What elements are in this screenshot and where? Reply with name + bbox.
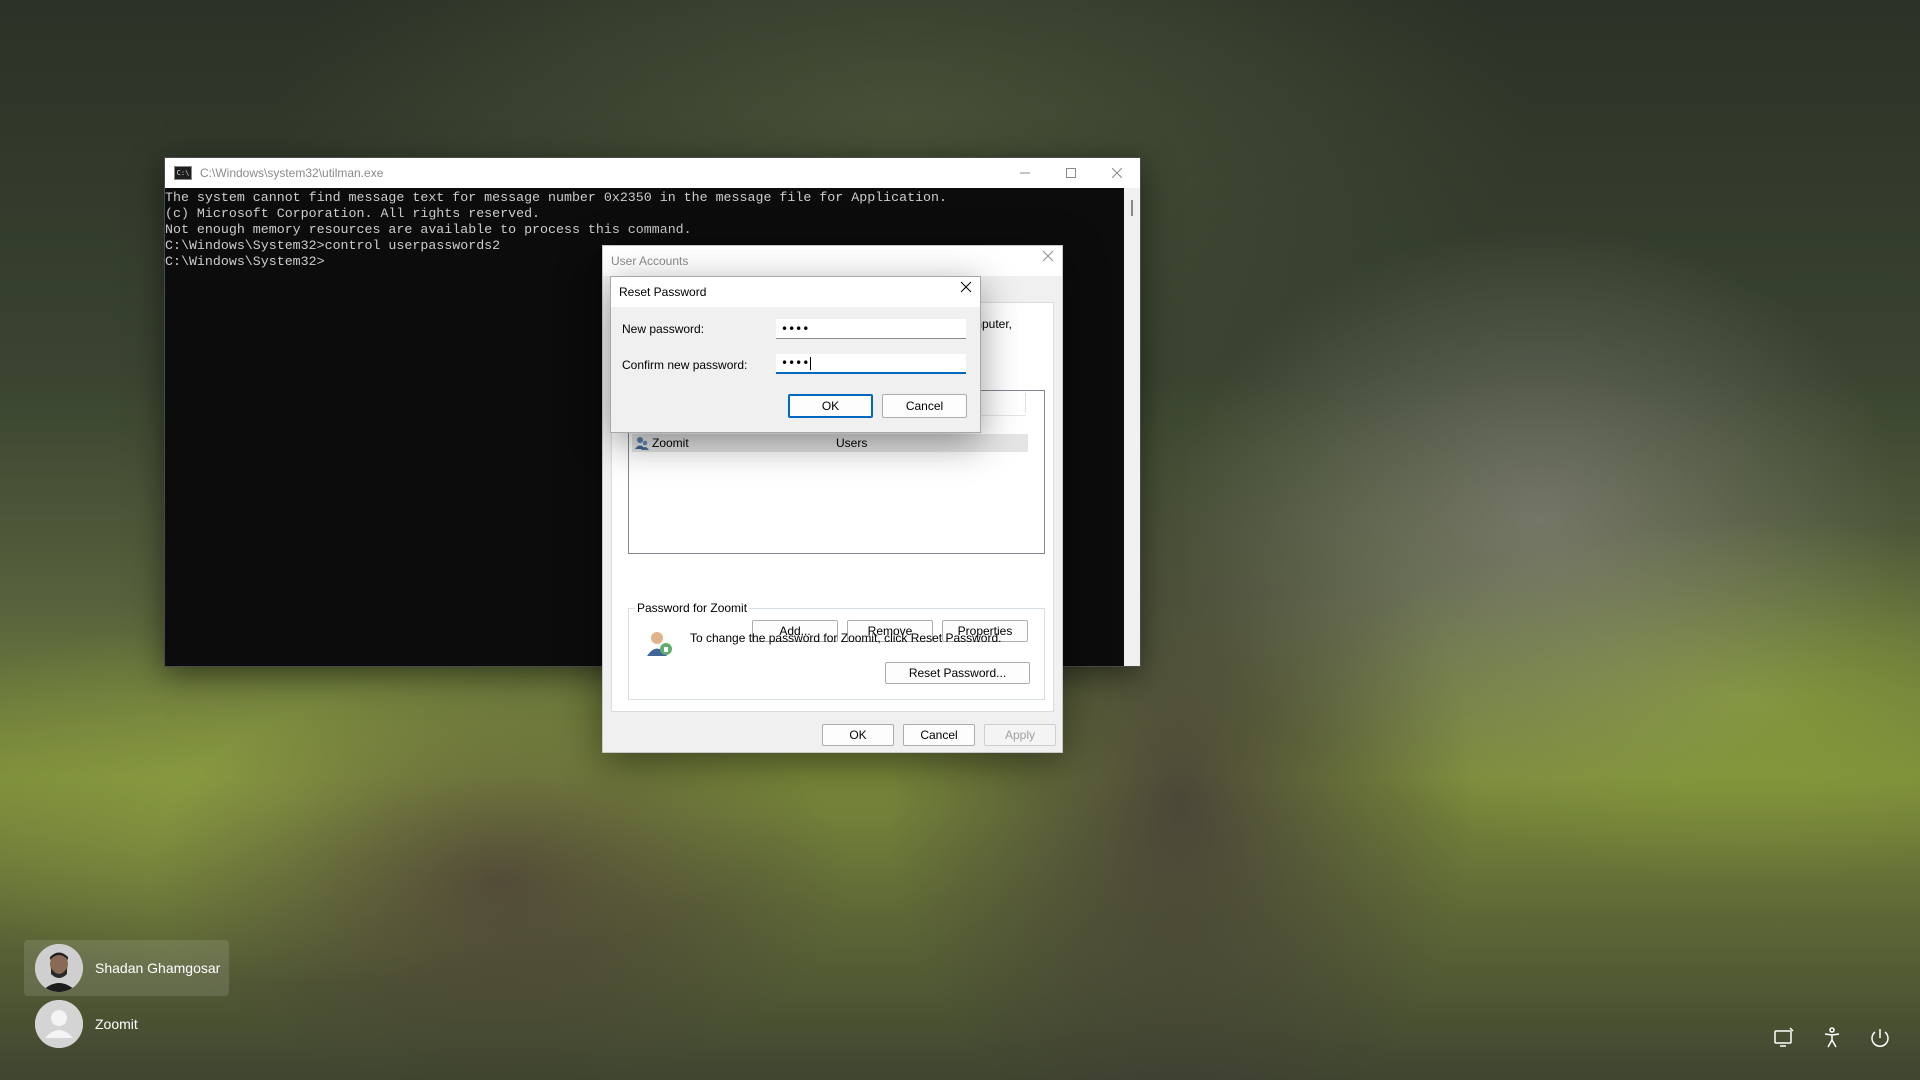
network-icon[interactable] — [1772, 1026, 1796, 1050]
console-line: The system cannot find message text for … — [165, 190, 947, 205]
close-icon — [1112, 168, 1122, 178]
reset-password-titlebar[interactable]: Reset Password — [611, 277, 980, 307]
password-group-text: To change the password for Zoomit, click… — [690, 631, 1002, 645]
console-title: C:\Windows\system32\utilman.exe — [200, 166, 384, 180]
cancel-button[interactable]: Cancel — [882, 394, 967, 418]
minimize-icon — [1020, 172, 1030, 174]
apply-button[interactable]: Apply — [984, 724, 1056, 746]
reset-password-button[interactable]: Reset Password... — [885, 662, 1030, 684]
column-separator — [1025, 393, 1026, 413]
close-icon — [960, 281, 972, 293]
console-line: Not enough memory resources are availabl… — [165, 222, 692, 237]
minimize-button[interactable] — [1002, 158, 1048, 188]
ok-button[interactable]: OK — [822, 724, 894, 746]
password-groupbox: Password for Zoomit To change the passwo… — [628, 601, 1045, 700]
new-password-label: New password: — [622, 322, 705, 336]
login-user-name: Zoomit — [95, 1016, 138, 1032]
close-button[interactable] — [1094, 158, 1140, 188]
table-row[interactable]: Zoomit Users — [632, 434, 1028, 452]
maximize-button[interactable] — [1048, 158, 1094, 188]
user-silhouette-icon — [35, 1000, 83, 1048]
confirm-password-value: •••• — [781, 356, 810, 370]
reset-password-close-button[interactable] — [960, 281, 972, 297]
confirm-password-label: Confirm new password: — [622, 358, 748, 372]
new-password-value: •••• — [781, 321, 810, 336]
reset-password-title: Reset Password — [619, 285, 707, 299]
new-password-field[interactable]: •••• — [776, 319, 966, 339]
accessibility-icon[interactable] — [1820, 1026, 1844, 1050]
cancel-button[interactable]: Cancel — [903, 724, 975, 746]
text-caret — [810, 356, 812, 370]
user-accounts-titlebar[interactable]: User Accounts — [603, 246, 1062, 276]
avatar — [35, 1000, 83, 1048]
user-accounts-title: User Accounts — [611, 254, 689, 268]
user-photo-icon — [35, 944, 83, 992]
ok-button[interactable]: OK — [788, 394, 873, 418]
maximize-icon — [1066, 168, 1076, 178]
login-user-tile[interactable]: Zoomit — [24, 996, 229, 1052]
close-icon — [1042, 250, 1054, 262]
system-tray — [1772, 1026, 1892, 1050]
console-app-icon: C:\ — [174, 166, 192, 180]
user-accounts-close-button[interactable] — [1042, 250, 1054, 266]
confirm-password-field[interactable]: •••• — [776, 354, 966, 374]
console-titlebar[interactable]: C:\ C:\Windows\system32\utilman.exe — [165, 158, 1140, 188]
user-icon — [635, 437, 649, 450]
login-user-name: Shadan Ghamgosar — [95, 960, 221, 976]
user-password-icon — [647, 632, 672, 656]
user-name-cell: Zoomit — [652, 436, 689, 450]
reset-password-dialog: Reset Password New password: •••• Confir… — [610, 276, 981, 433]
avatar — [35, 944, 83, 992]
power-icon[interactable] — [1868, 1026, 1892, 1050]
console-scrollbar[interactable] — [1124, 188, 1140, 666]
user-group-cell: Users — [836, 436, 868, 450]
scrollbar-thumb[interactable] — [1131, 200, 1133, 216]
password-group-label: Password for Zoomit — [635, 601, 750, 615]
login-user-tile[interactable]: Shadan Ghamgosar — [24, 940, 229, 996]
console-line: (c) Microsoft Corporation. All rights re… — [165, 206, 541, 221]
